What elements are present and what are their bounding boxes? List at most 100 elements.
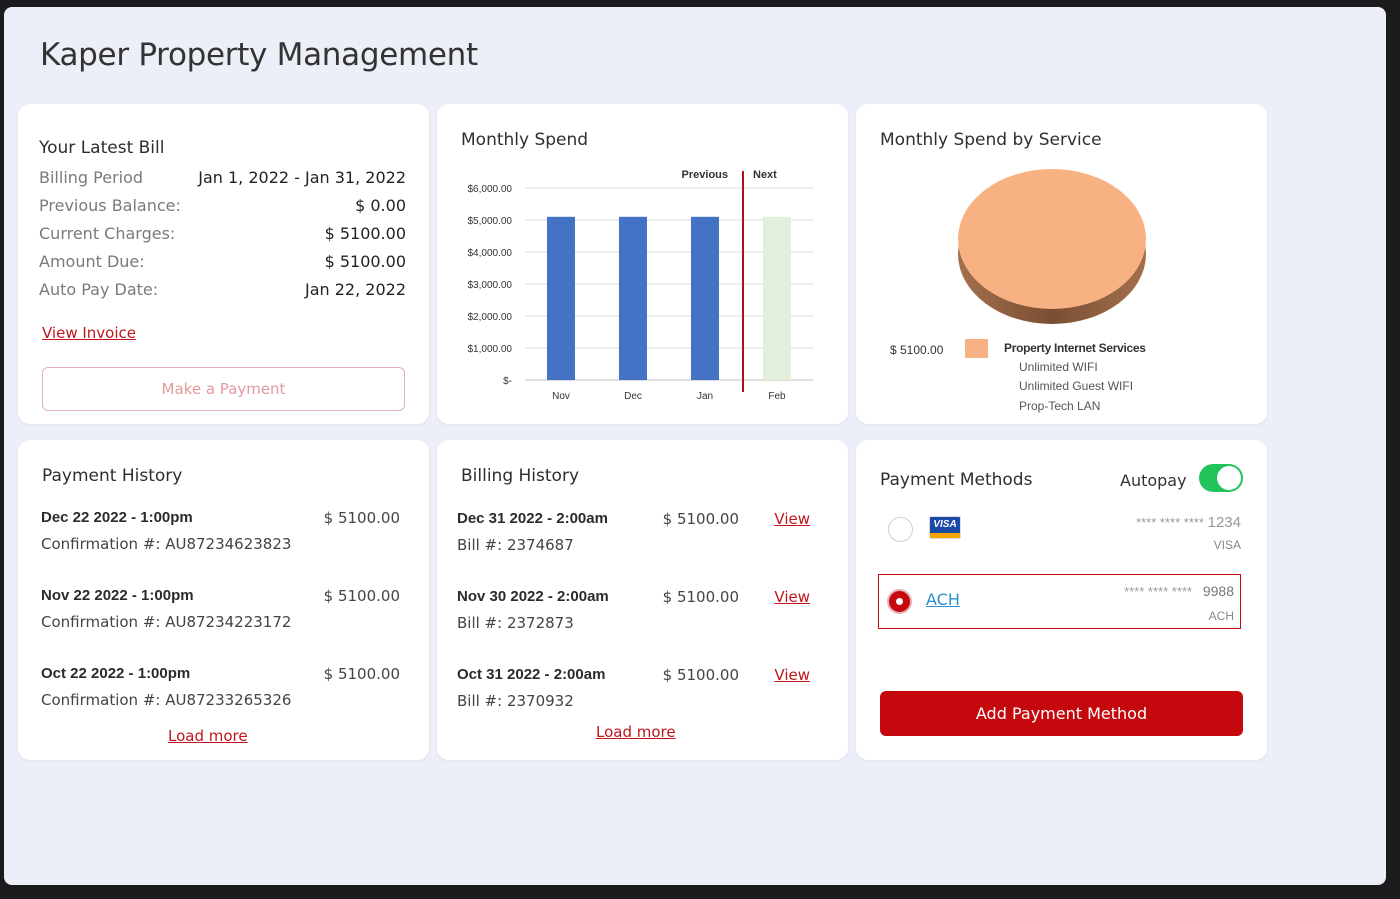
billing-period-row: Billing Period Jan 1, 2022 - Jan 31, 202… <box>39 168 406 187</box>
page-title: Kaper Property Management <box>40 37 478 73</box>
ach-radio[interactable] <box>887 589 912 614</box>
bill-amount: $ 5100.00 <box>662 666 739 684</box>
bill-view-link[interactable]: View <box>774 510 810 528</box>
payment-method-visa[interactable]: VISA **** **** **** 1234 VISA <box>878 506 1241 562</box>
billing-history-load-more[interactable]: Load more <box>596 723 676 741</box>
visa-mask: **** **** **** <box>1136 515 1204 530</box>
bill-date: Dec 31 2022 - 2:00am <box>457 510 608 527</box>
bill-number: Bill #: 2374687 <box>457 536 574 554</box>
add-payment-method-button[interactable]: Add Payment Method <box>880 691 1243 736</box>
y-tick-label: $1,000.00 <box>468 344 513 355</box>
visa-last4: 1234 <box>1207 514 1241 531</box>
current-charges-label: Current Charges: <box>39 224 176 243</box>
visa-icon: VISA <box>929 516 961 539</box>
billing-history-title: Billing History <box>461 466 580 486</box>
bar-jan <box>691 216 719 380</box>
payment-history-item: Nov 22 2022 - 1:00pm $ 5100.00 Confirmat… <box>41 587 400 631</box>
auto-pay-date-label: Auto Pay Date: <box>39 280 159 299</box>
service-sub-item: Prop-Tech LAN <box>1019 399 1101 413</box>
payment-history-title: Payment History <box>42 466 183 486</box>
spend-by-service-card: Monthly Spend by Service $ 5100.00 Prope… <box>856 104 1267 424</box>
pie-slice-property-internet <box>958 169 1146 309</box>
bill-date: Oct 31 2022 - 2:00am <box>457 666 606 683</box>
amount-due-value: $ 5100.00 <box>324 252 406 271</box>
bill-view-link[interactable]: View <box>774 588 810 606</box>
ach-type-label: ACH <box>1208 609 1234 623</box>
bill-view-link[interactable]: View <box>774 666 810 684</box>
monthly-spend-card: Monthly Spend $- $1,000.00 $2,000.00 $3,000… <box>437 104 848 424</box>
payment-history-load-more[interactable]: Load more <box>168 727 248 745</box>
service-sub-item: Unlimited WIFI <box>1019 360 1098 374</box>
x-tick-label: Dec <box>624 391 642 402</box>
service-pie-chart <box>958 169 1146 324</box>
ach-mask: **** **** **** <box>1124 584 1192 599</box>
billing-history-item: Nov 30 2022 - 2:00am $ 5100.00 View Bill… <box>457 588 810 632</box>
current-charges-value: $ 5100.00 <box>324 224 406 243</box>
payment-confirmation: Confirmation #: AU87233265326 <box>41 691 292 709</box>
autopay-label: Autopay <box>1120 471 1187 490</box>
previous-balance-value: $ 0.00 <box>355 196 406 215</box>
view-invoice-link[interactable]: View Invoice <box>42 324 136 342</box>
service-legend-name: Property Internet Services <box>1004 341 1146 355</box>
payment-methods-title: Payment Methods <box>880 470 1033 490</box>
x-tick-label: Nov <box>552 391 570 402</box>
payment-history-item: Oct 22 2022 - 1:00pm $ 5100.00 Confirmat… <box>41 665 400 709</box>
bill-amount: $ 5100.00 <box>662 588 739 606</box>
payment-history-item: Dec 22 2022 - 1:00pm $ 5100.00 Confirmat… <box>41 509 400 553</box>
monthly-spend-chart: $- $1,000.00 $2,000.00 $3,000.00 $4,000.00 $5… <box>468 169 813 402</box>
payment-amount: $ 5100.00 <box>323 587 400 605</box>
bill-number: Bill #: 2372873 <box>457 614 574 632</box>
amount-due-label: Amount Due: <box>39 252 145 271</box>
payment-confirmation: Confirmation #: AU87234623823 <box>41 535 292 553</box>
latest-bill-card: Your Latest Bill Billing Period Jan 1, 2… <box>18 104 429 424</box>
visa-radio[interactable] <box>888 517 913 542</box>
ach-masked-number: **** **** **** 9988 <box>1124 583 1234 599</box>
make-payment-button[interactable]: Make a Payment <box>42 367 405 411</box>
bill-date: Nov 30 2022 - 2:00am <box>457 588 609 605</box>
app-window: Kaper Property Management Your Latest Bi… <box>4 7 1386 885</box>
bar-nov <box>547 216 575 380</box>
payment-confirmation: Confirmation #: AU87234223172 <box>41 613 292 631</box>
bar-dec <box>619 216 647 380</box>
billing-history-item: Oct 31 2022 - 2:00am $ 5100.00 View Bill… <box>457 666 810 710</box>
payment-method-ach[interactable]: ACH **** **** **** 9988 ACH <box>878 574 1241 629</box>
visa-type-label: VISA <box>1213 538 1241 552</box>
toggle-knob <box>1217 466 1241 490</box>
current-charges-row: Current Charges: $ 5100.00 <box>39 224 406 243</box>
billing-history-item: Dec 31 2022 - 2:00am $ 5100.00 View Bill… <box>457 510 810 554</box>
bill-amount: $ 5100.00 <box>662 510 739 528</box>
autopay-toggle[interactable] <box>1199 464 1243 492</box>
ach-icon: ACH <box>926 590 960 609</box>
payment-history-card: Payment History Dec 22 2022 - 1:00pm $ 5… <box>18 440 429 760</box>
previous-balance-label: Previous Balance: <box>39 196 181 215</box>
service-legend-swatch <box>965 339 988 358</box>
billing-period-value: Jan 1, 2022 - Jan 31, 2022 <box>198 168 406 187</box>
payment-amount: $ 5100.00 <box>323 509 400 527</box>
y-tick-label: $2,000.00 <box>468 312 513 323</box>
y-tick-label: $6,000.00 <box>468 184 513 195</box>
auto-pay-date-value: Jan 22, 2022 <box>305 280 406 299</box>
x-tick-label: Feb <box>768 391 786 402</box>
visa-logo-stripe <box>930 533 960 538</box>
bar-feb <box>763 216 791 380</box>
x-tick-label: Jan <box>697 391 713 402</box>
visa-logo-text: VISA <box>930 517 960 533</box>
previous-label: Previous <box>682 169 728 181</box>
next-label: Next <box>753 169 777 181</box>
service-amount: $ 5100.00 <box>890 343 944 357</box>
y-tick-label: $5,000.00 <box>468 216 513 227</box>
y-tick-label: $- <box>503 376 512 387</box>
payment-methods-card: Payment Methods Autopay VISA **** **** *… <box>856 440 1267 760</box>
visa-masked-number: **** **** **** 1234 <box>1136 514 1241 531</box>
payment-amount: $ 5100.00 <box>323 665 400 683</box>
latest-bill-title: Your Latest Bill <box>39 138 165 158</box>
billing-history-card: Billing History Dec 31 2022 - 2:00am $ 5… <box>437 440 848 760</box>
auto-pay-date-row: Auto Pay Date: Jan 22, 2022 <box>39 280 406 299</box>
billing-period-label: Billing Period <box>39 168 144 187</box>
previous-balance-row: Previous Balance: $ 0.00 <box>39 196 406 215</box>
y-tick-label: $3,000.00 <box>468 280 513 291</box>
service-sub-item: Unlimited Guest WIFI <box>1019 379 1134 393</box>
ach-last4: 9988 <box>1202 583 1234 599</box>
amount-due-row: Amount Due: $ 5100.00 <box>39 252 406 271</box>
y-tick-label: $4,000.00 <box>468 248 513 259</box>
